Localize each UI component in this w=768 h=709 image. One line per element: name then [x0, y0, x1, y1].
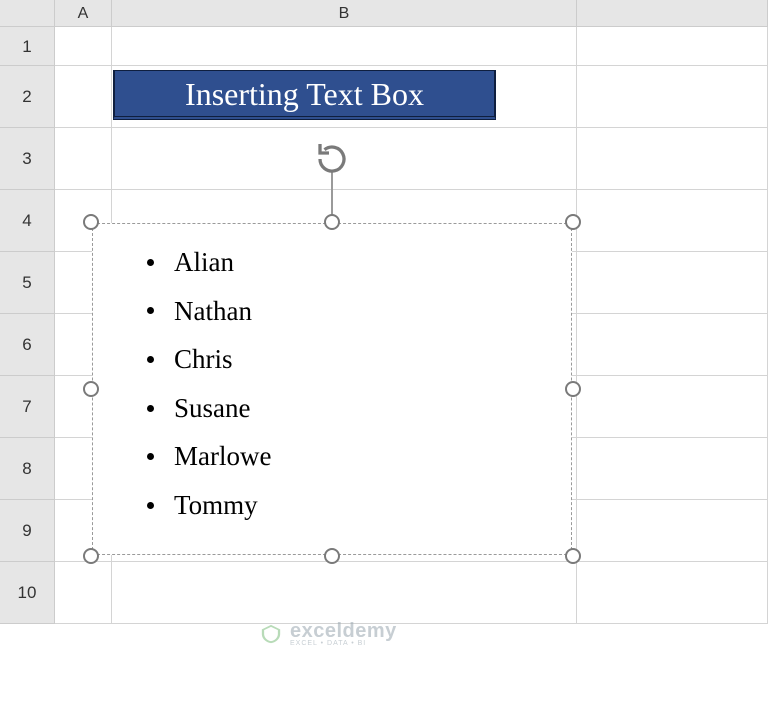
- row-header-6[interactable]: 6: [0, 314, 55, 376]
- page-title: Inserting Text Box: [113, 70, 496, 120]
- text-box-shape[interactable]: Alian Nathan Chris Susane Marlowe Tommy: [92, 223, 572, 555]
- text-box-content[interactable]: Alian Nathan Chris Susane Marlowe Tommy: [127, 238, 271, 530]
- list-item-label: Susane: [174, 384, 251, 433]
- cell[interactable]: [577, 376, 768, 437]
- resize-handle-tr[interactable]: [565, 214, 581, 230]
- row-header-9[interactable]: 9: [0, 500, 55, 562]
- grid-row: [55, 27, 768, 66]
- cell[interactable]: [577, 314, 768, 375]
- rotation-connector: [331, 171, 333, 215]
- row-header-3[interactable]: 3: [0, 128, 55, 190]
- list-item-label: Tommy: [174, 481, 258, 530]
- bullet-icon: [147, 502, 154, 509]
- resize-handle-bl[interactable]: [83, 548, 99, 564]
- watermark: exceldemy EXCEL • DATA • BI: [260, 620, 397, 647]
- bullet-icon: [147, 259, 154, 266]
- resize-handle-mr[interactable]: [565, 381, 581, 397]
- resize-handle-tm[interactable]: [324, 214, 340, 230]
- cell[interactable]: [55, 66, 112, 127]
- row-header-8[interactable]: 8: [0, 438, 55, 500]
- bullet-icon: [147, 356, 154, 363]
- list-item: Marlowe: [127, 432, 271, 481]
- bullet-icon: [147, 453, 154, 460]
- row-header-1[interactable]: 1: [0, 27, 55, 66]
- cell[interactable]: [577, 66, 768, 127]
- resize-handle-bm[interactable]: [324, 548, 340, 564]
- bullet-icon: [147, 405, 154, 412]
- cell[interactable]: [577, 562, 768, 623]
- select-all-corner[interactable]: [0, 0, 55, 27]
- list-item: Tommy: [127, 481, 271, 530]
- cell[interactable]: [577, 27, 768, 65]
- grid-row: [55, 128, 768, 190]
- row-header-7[interactable]: 7: [0, 376, 55, 438]
- col-header-b[interactable]: B: [112, 0, 577, 27]
- resize-handle-tl[interactable]: [83, 214, 99, 230]
- cell[interactable]: [577, 190, 768, 251]
- logo-icon: [260, 623, 282, 645]
- cell[interactable]: [55, 562, 112, 623]
- list-item: Chris: [127, 335, 271, 384]
- cell[interactable]: [55, 128, 112, 189]
- bullet-icon: [147, 307, 154, 314]
- resize-handle-ml[interactable]: [83, 381, 99, 397]
- worksheet-area: A B 1 2 3 4 5 6 7 8 9 10 Inserting Text …: [0, 0, 768, 709]
- cell[interactable]: [112, 562, 577, 623]
- row-header-5[interactable]: 5: [0, 252, 55, 314]
- list-item-label: Chris: [174, 335, 233, 384]
- watermark-text-block: exceldemy EXCEL • DATA • BI: [290, 620, 397, 647]
- list-item-label: Nathan: [174, 287, 252, 336]
- resize-handle-br[interactable]: [565, 548, 581, 564]
- cell[interactable]: [577, 500, 768, 561]
- grid-row: [55, 562, 768, 624]
- row-header-2[interactable]: 2: [0, 66, 55, 128]
- column-headers: A B: [0, 0, 768, 27]
- row-header-10[interactable]: 10: [0, 562, 55, 624]
- list-item: Alian: [127, 238, 271, 287]
- col-header-a[interactable]: A: [55, 0, 112, 27]
- cell[interactable]: [55, 27, 112, 65]
- list-item: Nathan: [127, 287, 271, 336]
- list-item-label: Marlowe: [174, 432, 271, 481]
- cell[interactable]: [577, 128, 768, 189]
- row-headers: 1 2 3 4 5 6 7 8 9 10: [0, 27, 55, 624]
- cell[interactable]: [577, 438, 768, 499]
- rotation-handle-icon[interactable]: [314, 141, 350, 177]
- list-item: Susane: [127, 384, 271, 433]
- cell[interactable]: [112, 27, 577, 65]
- list-item-label: Alian: [174, 238, 234, 287]
- row-header-4[interactable]: 4: [0, 190, 55, 252]
- text-box-border[interactable]: Alian Nathan Chris Susane Marlowe Tommy: [92, 223, 572, 555]
- cell[interactable]: [577, 252, 768, 313]
- col-header-c[interactable]: [577, 0, 768, 27]
